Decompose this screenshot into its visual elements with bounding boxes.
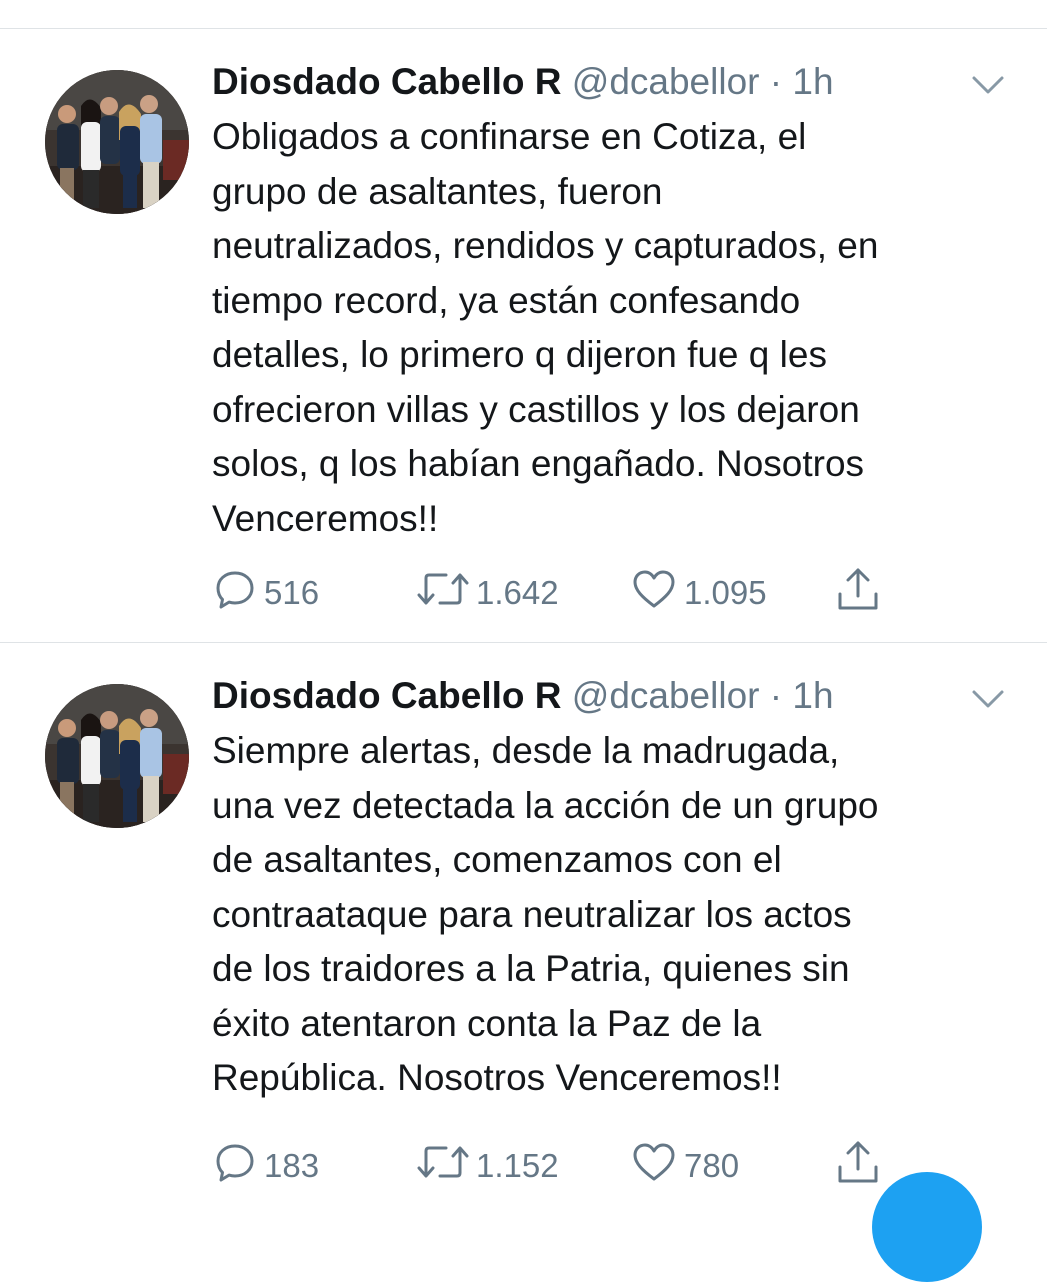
tweet-actions: 183 1.152 780: [212, 1141, 912, 1191]
share-icon: [832, 1137, 884, 1195]
like-button[interactable]: 780: [630, 1141, 739, 1191]
tweet-timestamp[interactable]: 1h: [792, 675, 833, 716]
chevron-down-icon[interactable]: [970, 687, 1006, 711]
author-name[interactable]: Diosdado Cabello R: [212, 61, 561, 102]
share-icon: [832, 564, 884, 622]
tweet-text: Siempre alertas, desde la madrugada, una…: [212, 730, 879, 1098]
chevron-down-icon[interactable]: [970, 73, 1006, 97]
author-handle[interactable]: @dcabellor: [572, 675, 760, 716]
header-separator: ·: [769, 61, 783, 102]
share-button[interactable]: [832, 568, 884, 618]
avatar[interactable]: [45, 70, 189, 214]
reply-icon: [212, 1139, 258, 1193]
retweet-icon: [416, 1139, 470, 1193]
tweet-timestamp[interactable]: 1h: [792, 61, 833, 102]
share-button[interactable]: [832, 1141, 884, 1191]
avatar[interactable]: [45, 684, 189, 828]
compose-button[interactable]: [872, 1172, 982, 1282]
reply-button[interactable]: 516: [212, 568, 319, 618]
tweet-text: Obligados a confinarse en Cotiza, el gru…: [212, 116, 879, 539]
like-count: 780: [684, 1147, 740, 1184]
tweet-header: Diosdado Cabello R @dcabellor · 1h: [212, 57, 834, 107]
reply-button[interactable]: 183: [212, 1141, 319, 1191]
tweet[interactable]: Diosdado Cabello R @dcabellor · 1h Siemp…: [0, 643, 1047, 1200]
tweet[interactable]: Diosdado Cabello R @dcabellor · 1h Oblig…: [0, 29, 1047, 642]
author-handle[interactable]: @dcabellor: [572, 61, 760, 102]
reply-count: 183: [264, 1147, 320, 1184]
like-count: 1.095: [684, 574, 767, 611]
retweet-button[interactable]: 1.642: [416, 568, 559, 618]
like-button[interactable]: 1.095: [630, 568, 767, 618]
retweet-count: 1.152: [476, 1147, 559, 1184]
reply-icon: [212, 566, 258, 620]
heart-icon: [630, 566, 678, 620]
header-separator: ·: [769, 675, 783, 716]
tweet-actions: 516 1.642 1.095: [212, 568, 912, 618]
retweet-icon: [416, 566, 470, 620]
retweet-button[interactable]: 1.152: [416, 1141, 559, 1191]
tweet-header: Diosdado Cabello R @dcabellor · 1h: [212, 671, 834, 721]
author-name[interactable]: Diosdado Cabello R: [212, 675, 561, 716]
heart-icon: [630, 1139, 678, 1193]
reply-count: 516: [264, 574, 320, 611]
retweet-count: 1.642: [476, 574, 559, 611]
